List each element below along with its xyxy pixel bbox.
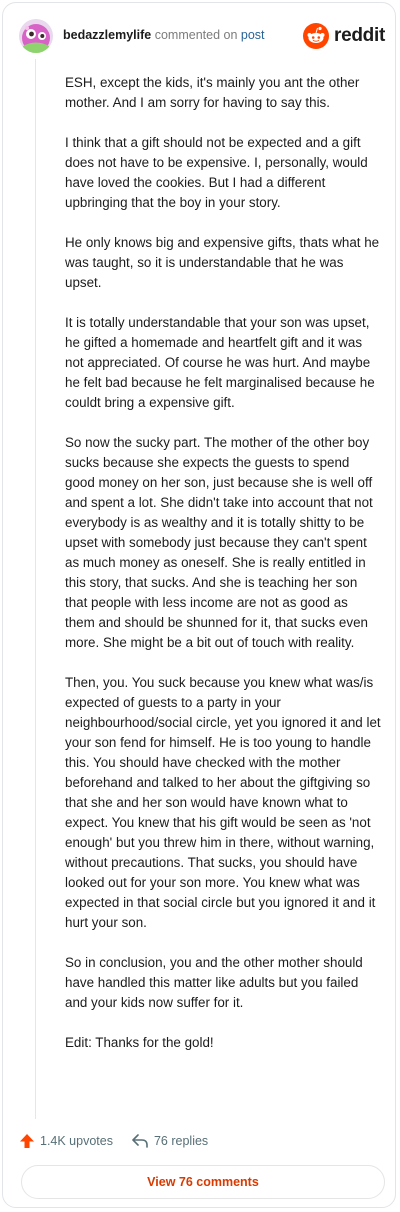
comment-body: ESH, except the kids, it's mainly you an… xyxy=(65,73,381,1073)
view-comments-button[interactable]: View 76 comments xyxy=(21,1165,385,1199)
username-link[interactable]: bedazzlemylife xyxy=(63,28,151,42)
brand-wordmark: reddit xyxy=(334,25,385,46)
upvote-button[interactable]: 1.4K upvotes xyxy=(19,1133,113,1149)
comment-paragraph: It is totally understandable that your s… xyxy=(65,315,375,410)
reply-arrow-icon xyxy=(132,1134,148,1148)
avatar-image-icon xyxy=(19,19,53,53)
reddit-alien-icon xyxy=(303,23,330,49)
comment-footer: 1.4K upvotes 76 replies xyxy=(19,1131,208,1151)
comment-paragraph: So in conclusion, you and the other moth… xyxy=(65,955,363,1010)
thread-line xyxy=(35,59,36,1119)
comment-paragraph: Edit: Thanks for the gold! xyxy=(65,1035,214,1050)
comment-paragraph: Then, you. You suck because you knew wha… xyxy=(65,675,381,930)
comment-card: bedazzlemylife commented on post reddit … xyxy=(2,2,396,1208)
comment-paragraph: I think that a gift should not be expect… xyxy=(65,135,368,210)
comment-paragraph: He only knows big and expensive gifts, t… xyxy=(65,235,380,290)
post-link[interactable]: post xyxy=(241,28,265,42)
comment-paragraph: ESH, except the kids, it's mainly you an… xyxy=(65,75,360,110)
reddit-logo[interactable]: reddit xyxy=(303,21,385,51)
replies-button[interactable]: 76 replies xyxy=(131,1133,208,1149)
reply-count: 76 replies xyxy=(153,1134,209,1148)
upvote-count: 1.4K upvotes xyxy=(40,1134,113,1148)
user-avatar[interactable] xyxy=(19,19,53,53)
comment-paragraph: So now the sucky part. The mother of the… xyxy=(65,435,373,650)
comment-header: bedazzlemylife commented on post reddit xyxy=(19,17,385,57)
action-text: commented on xyxy=(154,28,238,42)
comment-meta: bedazzlemylife commented on post xyxy=(63,28,265,42)
upvote-arrow-icon xyxy=(20,1134,34,1148)
